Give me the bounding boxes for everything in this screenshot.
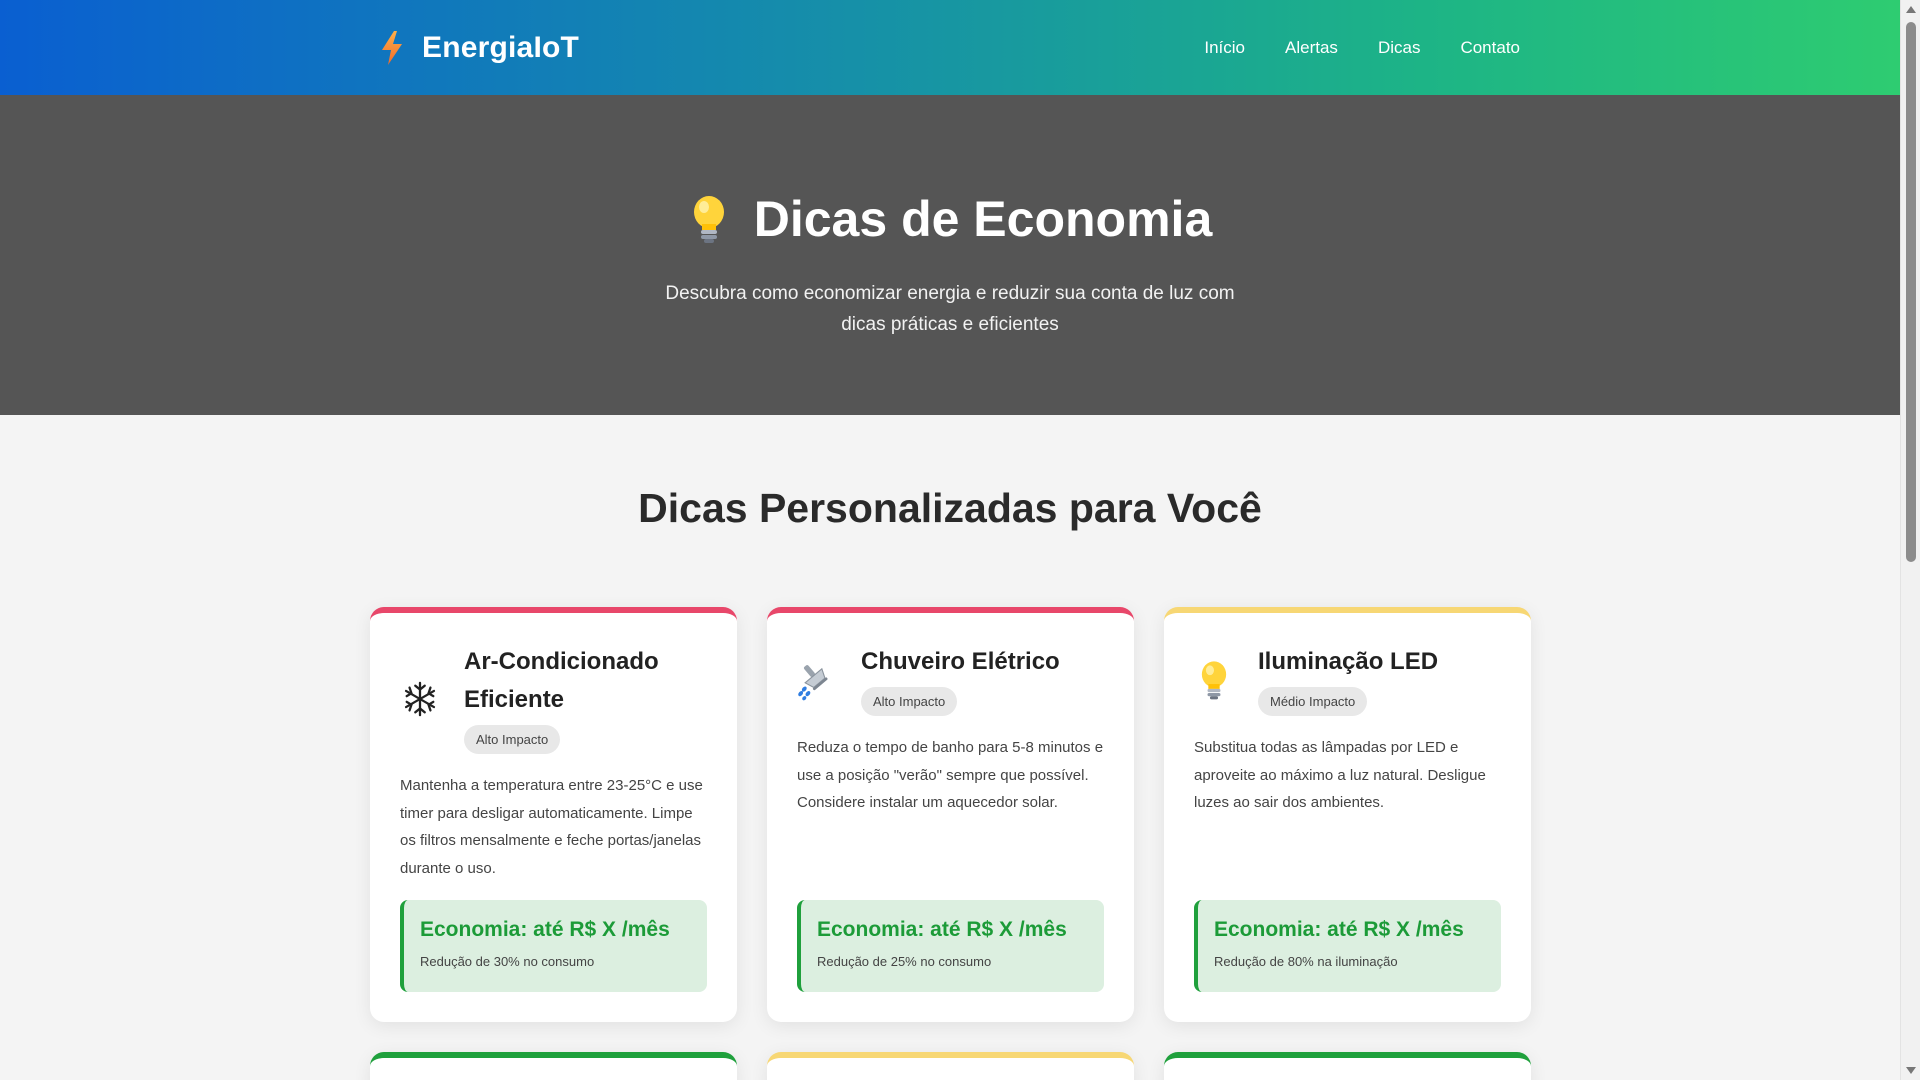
nav-link-dicas[interactable]: Dicas	[1378, 38, 1421, 58]
savings-title: Economia: até R$ X /mês	[1214, 918, 1464, 941]
tips-grid-row-2	[370, 1052, 1531, 1080]
nav-link-contato[interactable]: Contato	[1460, 38, 1520, 58]
card-description: Substitua todas as lâmpadas por LED e ap…	[1194, 739, 1486, 811]
card-header: Iluminação LED Médio Impacto	[1194, 643, 1501, 716]
brand-name: EnergiaIoT	[422, 30, 580, 64]
tip-card-ar-condicionado[interactable]: Ar-Condicionado Eficiente Alto Impacto M…	[370, 607, 737, 1022]
card-header: Chuveiro Elétrico Alto Impacto	[797, 643, 1104, 716]
scrollbar-thumb[interactable]	[1906, 22, 1916, 562]
lightbulb-icon	[693, 196, 724, 243]
card-title: Chuveiro Elétrico	[861, 648, 1060, 675]
tip-card-partial[interactable]	[370, 1052, 737, 1080]
page-title: Dicas de Economia	[753, 191, 1213, 247]
savings-detail: Redução de 30% no consumo	[420, 954, 595, 969]
main-nav: Início Alertas Dicas Contato	[1204, 38, 1530, 58]
lightbulb-icon	[1194, 658, 1234, 702]
tips-grid: Ar-Condicionado Eficiente Alto Impacto M…	[370, 607, 1531, 1022]
savings-box: Economia: até R$ X /mês Redução de 30% n…	[400, 900, 707, 992]
card-title: Iluminação LED	[1258, 648, 1439, 675]
tip-card-partial[interactable]	[1164, 1052, 1531, 1080]
card-description: Mantenha a temperatura entre 23-25°C e u…	[400, 777, 703, 877]
brand-logo[interactable]: EnergiaIoT	[380, 30, 580, 65]
hero-title-row: Dicas de Economia	[688, 190, 1213, 248]
top-header: EnergiaIoT Início Alertas Dicas Contato	[0, 0, 1900, 95]
header-inner: EnergiaIoT Início Alertas Dicas Contato	[370, 30, 1530, 65]
card-title-block: Chuveiro Elétrico Alto Impacto	[861, 643, 1060, 716]
scroll-down-arrow-icon[interactable]	[1906, 1067, 1916, 1074]
nav-link-inicio[interactable]: Início	[1204, 38, 1245, 58]
savings-title: Economia: até R$ X /mês	[420, 918, 670, 941]
scroll-up-arrow-icon[interactable]	[1906, 6, 1916, 13]
savings-detail: Redução de 25% no consumo	[817, 954, 992, 969]
impact-badge: Médio Impacto	[1258, 687, 1368, 716]
impact-badge: Alto Impacto	[861, 687, 958, 716]
impact-badge: Alto Impacto	[464, 725, 561, 754]
tip-card-iluminacao[interactable]: Iluminação LED Médio Impacto Substitua t…	[1164, 607, 1531, 1022]
card-header: Ar-Condicionado Eficiente Alto Impacto	[400, 643, 707, 754]
card-title: Ar-Condicionado Eficiente	[464, 648, 659, 713]
tip-card-chuveiro[interactable]: Chuveiro Elétrico Alto Impacto Reduza o …	[767, 607, 1134, 1022]
savings-detail: Redução de 80% na iluminação	[1214, 954, 1398, 969]
savings-box: Economia: até R$ X /mês Redução de 25% n…	[797, 900, 1104, 992]
lightning-bolt-icon	[382, 30, 402, 65]
card-title-block: Iluminação LED Médio Impacto	[1258, 643, 1438, 716]
card-title-block: Ar-Condicionado Eficiente Alto Impacto	[464, 643, 707, 754]
savings-box: Economia: até R$ X /mês Redução de 80% n…	[1194, 900, 1501, 992]
snowflake-icon	[400, 677, 440, 721]
hero-banner: Dicas de Economia Descubra como economiz…	[0, 95, 1900, 415]
card-description: Reduza o tempo de banho para 5-8 minutos…	[797, 739, 1104, 811]
nav-link-alertas[interactable]: Alertas	[1285, 38, 1338, 58]
savings-title: Economia: até R$ X /mês	[817, 918, 1067, 941]
section-title: Dicas Personalizadas para Você	[638, 485, 1262, 531]
shower-icon	[797, 658, 837, 702]
tips-section: Dicas Personalizadas para Você Ar-Condic…	[0, 415, 1900, 1080]
page: EnergiaIoT Início Alertas Dicas Contato …	[0, 0, 1900, 1080]
hero-subtitle: Descubra como economizar energia e reduz…	[665, 283, 1235, 335]
vertical-scrollbar[interactable]	[1900, 0, 1920, 1080]
tip-card-partial[interactable]	[767, 1052, 1134, 1080]
